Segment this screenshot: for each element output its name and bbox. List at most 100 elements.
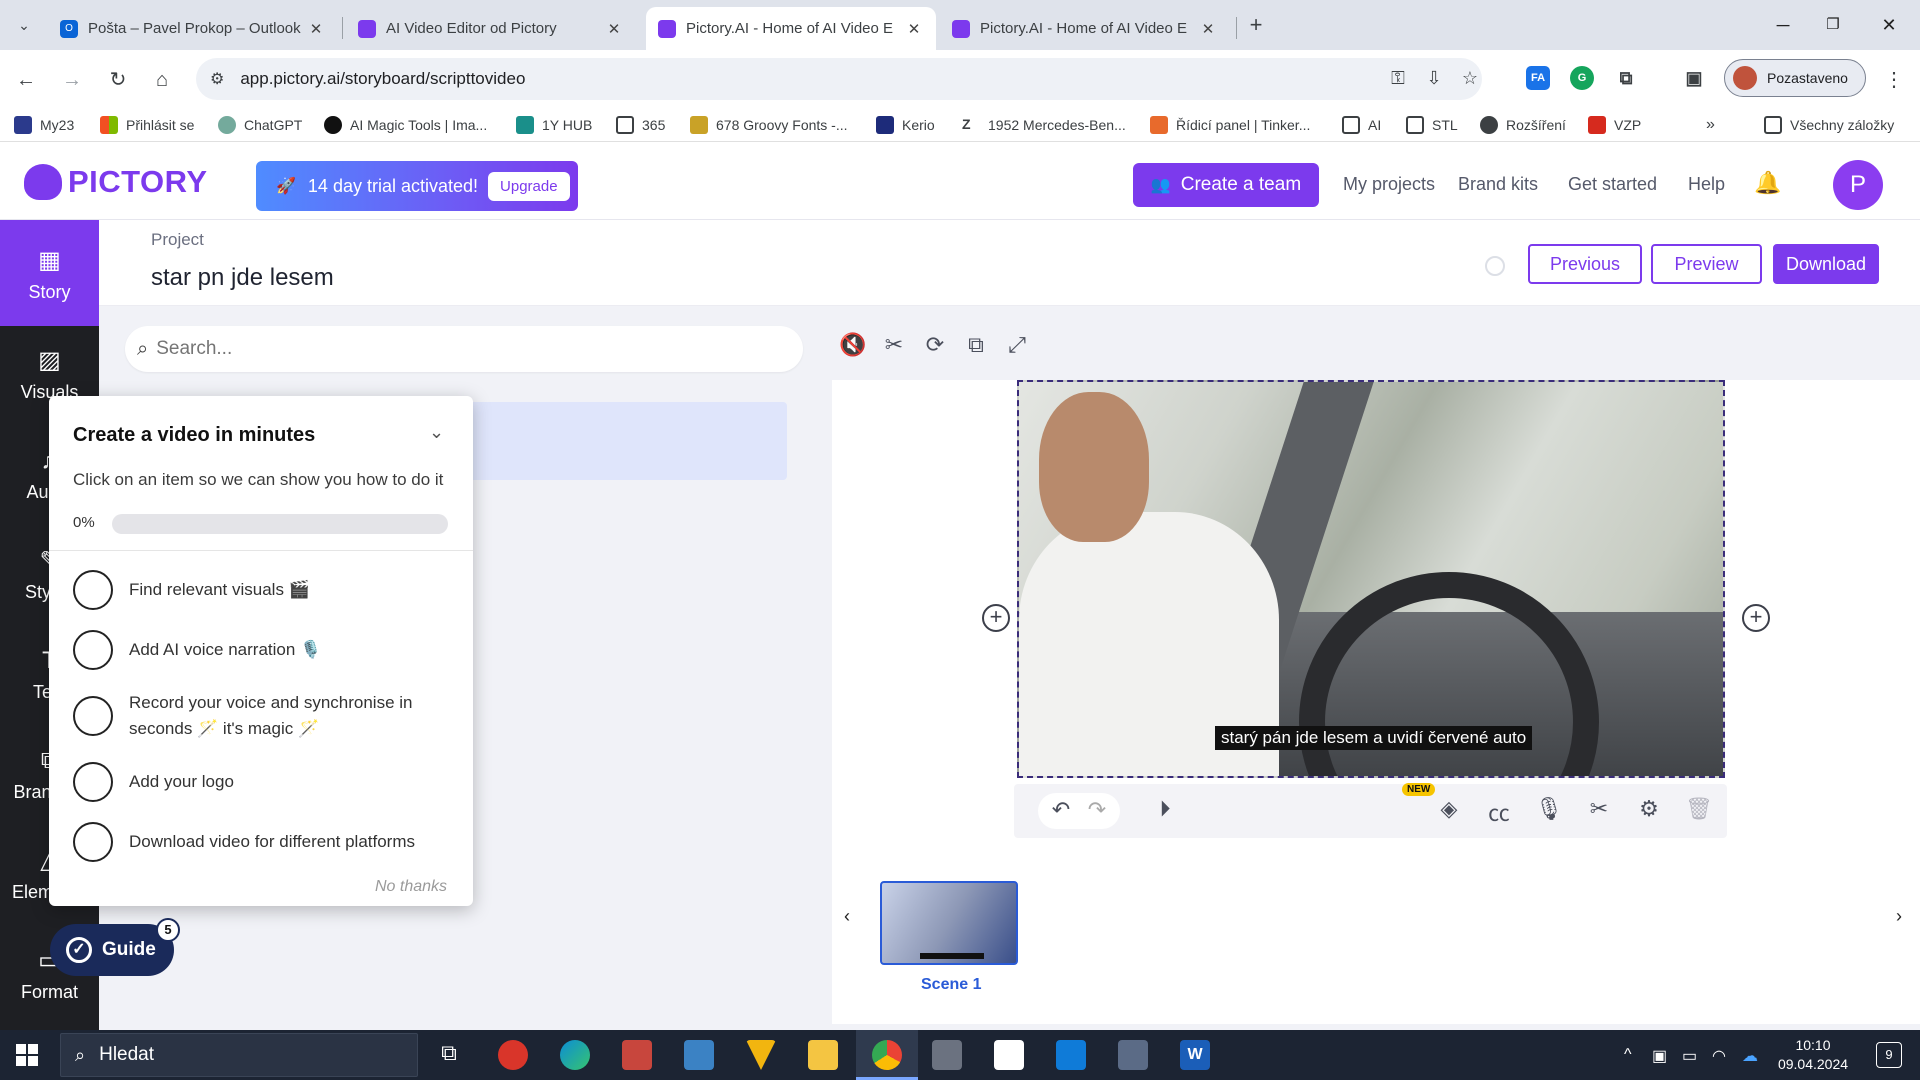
tray-app-icon[interactable]: ▣ xyxy=(1652,1046,1667,1066)
password-key-icon[interactable]: ⚿ xyxy=(1386,68,1410,89)
close-window-icon[interactable]: ✕ xyxy=(1866,10,1912,40)
podcast-app-icon[interactable] xyxy=(498,1040,528,1070)
bookmark-item[interactable]: ChatGPT xyxy=(218,116,302,134)
previous-button[interactable]: Previous xyxy=(1528,244,1642,284)
address-bar[interactable]: ⚙ app.pictory.ai/storyboard/scripttovide… xyxy=(196,58,1482,100)
wifi-icon[interactable]: ◠ xyxy=(1712,1046,1726,1066)
url-text[interactable]: app.pictory.ai/storyboard/scripttovideo xyxy=(240,69,525,89)
bookmark-item[interactable]: Přihlásit se xyxy=(100,116,194,134)
home-icon[interactable]: ⌂ xyxy=(146,64,178,96)
checkbox-circle-icon[interactable] xyxy=(73,630,113,670)
preview-button[interactable]: Preview xyxy=(1651,244,1762,284)
bookmark-folder[interactable]: STL xyxy=(1406,116,1458,134)
add-scene-before-icon[interactable]: + xyxy=(982,604,1010,632)
bookmark-item[interactable]: Rozšíření xyxy=(1480,116,1566,134)
play-icon[interactable]: ⏵ xyxy=(1150,796,1180,822)
tray-chevron-icon[interactable]: ^ xyxy=(1624,1046,1632,1064)
tab-outlook[interactable]: O Pošta – Pavel Prokop – Outlook ✕ xyxy=(48,7,338,50)
extensions-puzzle-icon[interactable]: ⧉ xyxy=(1614,66,1638,90)
duplicate-icon[interactable]: ⧉ xyxy=(961,332,991,358)
app-icon[interactable] xyxy=(622,1040,652,1070)
bookmark-item[interactable]: AI Magic Tools | Ima... xyxy=(324,116,487,134)
checkbox-circle-icon[interactable] xyxy=(73,570,113,610)
guide-item-download-platforms[interactable]: Download video for different platforms xyxy=(73,822,429,862)
onedrive-icon[interactable]: ☁ xyxy=(1742,1046,1758,1066)
add-scene-after-icon[interactable]: + xyxy=(1742,604,1770,632)
guide-item-voice-narration[interactable]: Add AI voice narration 🎙️ xyxy=(73,630,429,670)
profile-button[interactable]: Pozastaveno xyxy=(1724,59,1866,97)
side-panel-icon[interactable]: ▣ xyxy=(1682,66,1706,90)
reload-icon[interactable]: ↻ xyxy=(102,64,134,96)
forward-icon[interactable]: → xyxy=(56,64,88,96)
settings-gear-icon[interactable]: ⚙ xyxy=(1634,796,1664,822)
video-preview[interactable]: starý pán jde lesem a uvidí červené auto xyxy=(1017,380,1725,778)
new-tab-icon[interactable]: + xyxy=(1240,9,1272,41)
vectorworks-icon[interactable] xyxy=(746,1040,776,1070)
scissors-icon[interactable]: ✂ xyxy=(1584,796,1614,822)
close-tab-icon[interactable]: ✕ xyxy=(306,20,326,38)
project-name[interactable]: star pn jde lesem xyxy=(151,264,334,292)
checkbox-circle-icon[interactable] xyxy=(73,822,113,862)
bookmark-item[interactable]: Kerio xyxy=(876,116,935,134)
windows-start-icon[interactable] xyxy=(16,1044,38,1066)
captions-icon[interactable]: ㏄ xyxy=(1484,796,1514,828)
taskbar-clock[interactable]: 10:10 09.04.2024 xyxy=(1776,1036,1850,1074)
mute-icon[interactable]: 🔇 xyxy=(838,332,868,358)
upgrade-button[interactable]: Upgrade xyxy=(488,171,570,201)
tab-pictory-second[interactable]: Pictory.AI - Home of AI Video E ✕ xyxy=(940,7,1230,50)
scene-thumbnail[interactable] xyxy=(880,881,1018,965)
guide-item-find-visuals[interactable]: Find relevant visuals 🎬 xyxy=(73,570,429,610)
no-thanks-link[interactable]: No thanks xyxy=(375,878,447,896)
word-icon[interactable]: W xyxy=(1180,1040,1210,1070)
undo-icon[interactable]: ↶ xyxy=(1046,797,1076,823)
all-bookmarks-folder[interactable]: Všechny záložky xyxy=(1764,116,1894,134)
site-info-icon[interactable]: ⚙ xyxy=(210,69,224,89)
task-view-icon[interactable]: ⧉ xyxy=(434,1040,464,1070)
scene-label[interactable]: Scene 1 xyxy=(921,976,981,994)
app-icon[interactable] xyxy=(1056,1040,1086,1070)
bookmark-folder[interactable]: 365 xyxy=(616,116,665,134)
bookmark-item[interactable]: Z 1952 Mercedes-Ben... xyxy=(962,116,1126,134)
bookmarks-overflow-button[interactable]: » xyxy=(1706,116,1715,134)
edge-icon[interactable] xyxy=(560,1040,590,1070)
back-icon[interactable]: ← xyxy=(10,64,42,96)
guide-item-add-logo[interactable]: Add your logo xyxy=(73,762,429,802)
bookmark-item[interactable]: 678 Groovy Fonts -... xyxy=(690,116,848,134)
bell-icon[interactable]: 🔔 xyxy=(1754,170,1781,196)
rail-item-story[interactable]: ▦ Story xyxy=(0,220,99,326)
video-subtitle[interactable]: starý pán jde lesem a uvidí červené auto xyxy=(1215,726,1533,750)
extension-fa-icon[interactable]: FA xyxy=(1526,66,1550,90)
search-input[interactable] xyxy=(156,338,717,360)
tab-ai-video-editor[interactable]: AI Video Editor od Pictory ✕ xyxy=(346,7,636,50)
scene-strip-prev-icon[interactable]: ‹ xyxy=(844,906,850,927)
camera-icon[interactable] xyxy=(932,1040,962,1070)
script-search[interactable]: ⌕ xyxy=(125,326,803,372)
notification-center-icon[interactable]: 9 xyxy=(1876,1042,1902,1068)
pictory-logo[interactable]: PICTORY xyxy=(24,164,208,200)
close-tab-icon[interactable]: ✕ xyxy=(1198,20,1218,38)
checkbox-circle-icon[interactable] xyxy=(73,762,113,802)
trash-icon[interactable]: 🗑 xyxy=(1684,796,1714,822)
tab-pictory-active[interactable]: Pictory.AI - Home of AI Video E ✕ xyxy=(646,7,936,50)
nav-my-projects[interactable]: My projects xyxy=(1343,174,1435,195)
restore-icon[interactable]: ❐ xyxy=(1810,10,1856,40)
browser-menu-icon[interactable]: ⋮ xyxy=(1878,64,1910,96)
nav-help[interactable]: Help xyxy=(1688,174,1725,195)
checkbox-circle-icon[interactable] xyxy=(73,696,113,736)
bookmark-item[interactable]: Řídicí panel | Tinker... xyxy=(1150,116,1310,134)
nav-get-started[interactable]: Get started xyxy=(1568,174,1657,195)
calculator-icon[interactable] xyxy=(1118,1040,1148,1070)
tab-search-chevron-icon[interactable]: ⌄ xyxy=(8,9,40,41)
fullscreen-icon[interactable]: ⤢ xyxy=(1002,332,1032,358)
create-team-button[interactable]: 👥 Create a team xyxy=(1133,163,1319,207)
capcut-icon[interactable] xyxy=(994,1040,1024,1070)
bookmark-star-icon[interactable]: ☆ xyxy=(1458,68,1482,89)
user-avatar[interactable]: P xyxy=(1833,160,1883,210)
nav-brand-kits[interactable]: Brand kits xyxy=(1458,174,1538,195)
chevron-down-icon[interactable]: ⌄ xyxy=(429,422,444,443)
bookmark-item[interactable]: VZP xyxy=(1588,116,1641,134)
microphone-icon[interactable]: 🎙 xyxy=(1534,796,1564,822)
guide-item-record-voice[interactable]: Record your voice and synchronise in sec… xyxy=(73,690,429,742)
taskbar-search[interactable]: ⌕ Hledat xyxy=(60,1033,418,1077)
download-button[interactable]: Download xyxy=(1773,244,1879,284)
